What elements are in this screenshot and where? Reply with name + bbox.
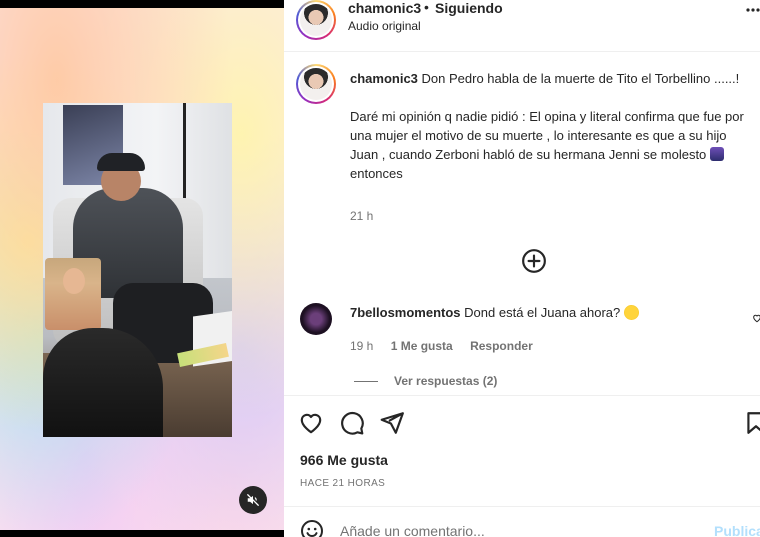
comment-likes[interactable]: 1 Me gusta bbox=[391, 339, 453, 353]
video-frame[interactable] bbox=[43, 103, 232, 437]
like-button[interactable] bbox=[298, 410, 324, 436]
caption-author-avatar[interactable] bbox=[296, 64, 336, 104]
caption-avatar-image bbox=[300, 68, 332, 100]
paper-plane-icon bbox=[380, 412, 404, 434]
load-more-comments-button[interactable] bbox=[521, 248, 547, 274]
publish-button[interactable]: Publicar bbox=[714, 523, 760, 537]
bookmark-icon bbox=[747, 412, 760, 434]
caption-line1: Don Pedro habla de la muerte de Tito el … bbox=[421, 71, 740, 86]
caption-timestamp[interactable]: 21 h bbox=[350, 209, 373, 223]
post-header: chamonic3 • Siguiendo Audio original bbox=[284, 0, 760, 52]
post-media[interactable] bbox=[0, 0, 284, 537]
media-bottom-bar bbox=[0, 530, 284, 537]
post-age: HACE 21 HORAS bbox=[300, 478, 386, 489]
comment-meta: 19 h 1 Me gusta Responder bbox=[350, 339, 547, 353]
video-woman-overlay bbox=[45, 258, 101, 330]
plus-circle-icon bbox=[522, 249, 546, 273]
reply-button[interactable]: Responder bbox=[470, 339, 533, 353]
post-panel: chamonic3 • Siguiendo Audio original cha… bbox=[284, 0, 760, 537]
caption-username[interactable]: chamonic3 bbox=[350, 71, 418, 86]
comment-timestamp[interactable]: 19 h bbox=[350, 339, 373, 353]
comment-like-button[interactable] bbox=[752, 310, 760, 323]
media-top-bar bbox=[0, 0, 284, 8]
comment-icon bbox=[341, 411, 364, 435]
add-comment-input[interactable] bbox=[340, 520, 700, 537]
commenter-avatar[interactable] bbox=[300, 303, 332, 335]
caption-line2-end: entonces bbox=[350, 166, 403, 181]
caption-line2: Daré mi opinión q nadie pidió : El opina… bbox=[350, 109, 744, 162]
video-foreground-person bbox=[43, 328, 163, 437]
header-separator: • bbox=[424, 0, 429, 15]
author-avatar[interactable] bbox=[296, 0, 336, 40]
more-horizontal-icon bbox=[746, 8, 760, 12]
heart-small-icon bbox=[753, 314, 760, 323]
replies-line bbox=[354, 381, 378, 383]
emoji-picker-button[interactable] bbox=[300, 519, 324, 537]
comment-body: Dond está el Juana ahora? bbox=[464, 305, 621, 320]
face-emoji-icon bbox=[623, 305, 639, 320]
video-man-cap bbox=[97, 153, 145, 171]
caption-avatar-inner bbox=[298, 66, 334, 102]
save-button[interactable] bbox=[743, 410, 760, 436]
post-caption: chamonic3 Don Pedro habla de la muerte d… bbox=[350, 69, 758, 183]
actions-divider bbox=[284, 395, 760, 396]
share-button[interactable] bbox=[379, 410, 405, 436]
comment-text: 7bellosmomentos Dond está el Juana ahora… bbox=[350, 304, 730, 322]
emoji-smile-icon bbox=[301, 520, 323, 537]
author-username[interactable]: chamonic3 bbox=[348, 0, 421, 16]
view-replies-button[interactable]: Ver respuestas (2) bbox=[354, 374, 497, 388]
person-gesturing-emoji-icon bbox=[709, 147, 724, 161]
speaker-muted-icon bbox=[247, 494, 259, 506]
video-woman-face bbox=[63, 268, 85, 294]
add-comment-divider bbox=[284, 506, 760, 507]
author-avatar-image bbox=[300, 4, 332, 36]
following-button[interactable]: Siguiendo bbox=[435, 0, 503, 16]
author-avatar-inner bbox=[298, 2, 334, 38]
heart-icon bbox=[300, 413, 322, 434]
view-replies-label: Ver respuestas (2) bbox=[394, 374, 498, 388]
commenter-username[interactable]: 7bellosmomentos bbox=[350, 305, 461, 320]
likes-count[interactable]: 966 Me gusta bbox=[300, 452, 388, 468]
audio-link[interactable]: Audio original bbox=[348, 19, 421, 33]
mute-button[interactable] bbox=[239, 486, 267, 514]
comment-button[interactable] bbox=[339, 410, 365, 436]
more-options-button[interactable] bbox=[745, 2, 760, 23]
